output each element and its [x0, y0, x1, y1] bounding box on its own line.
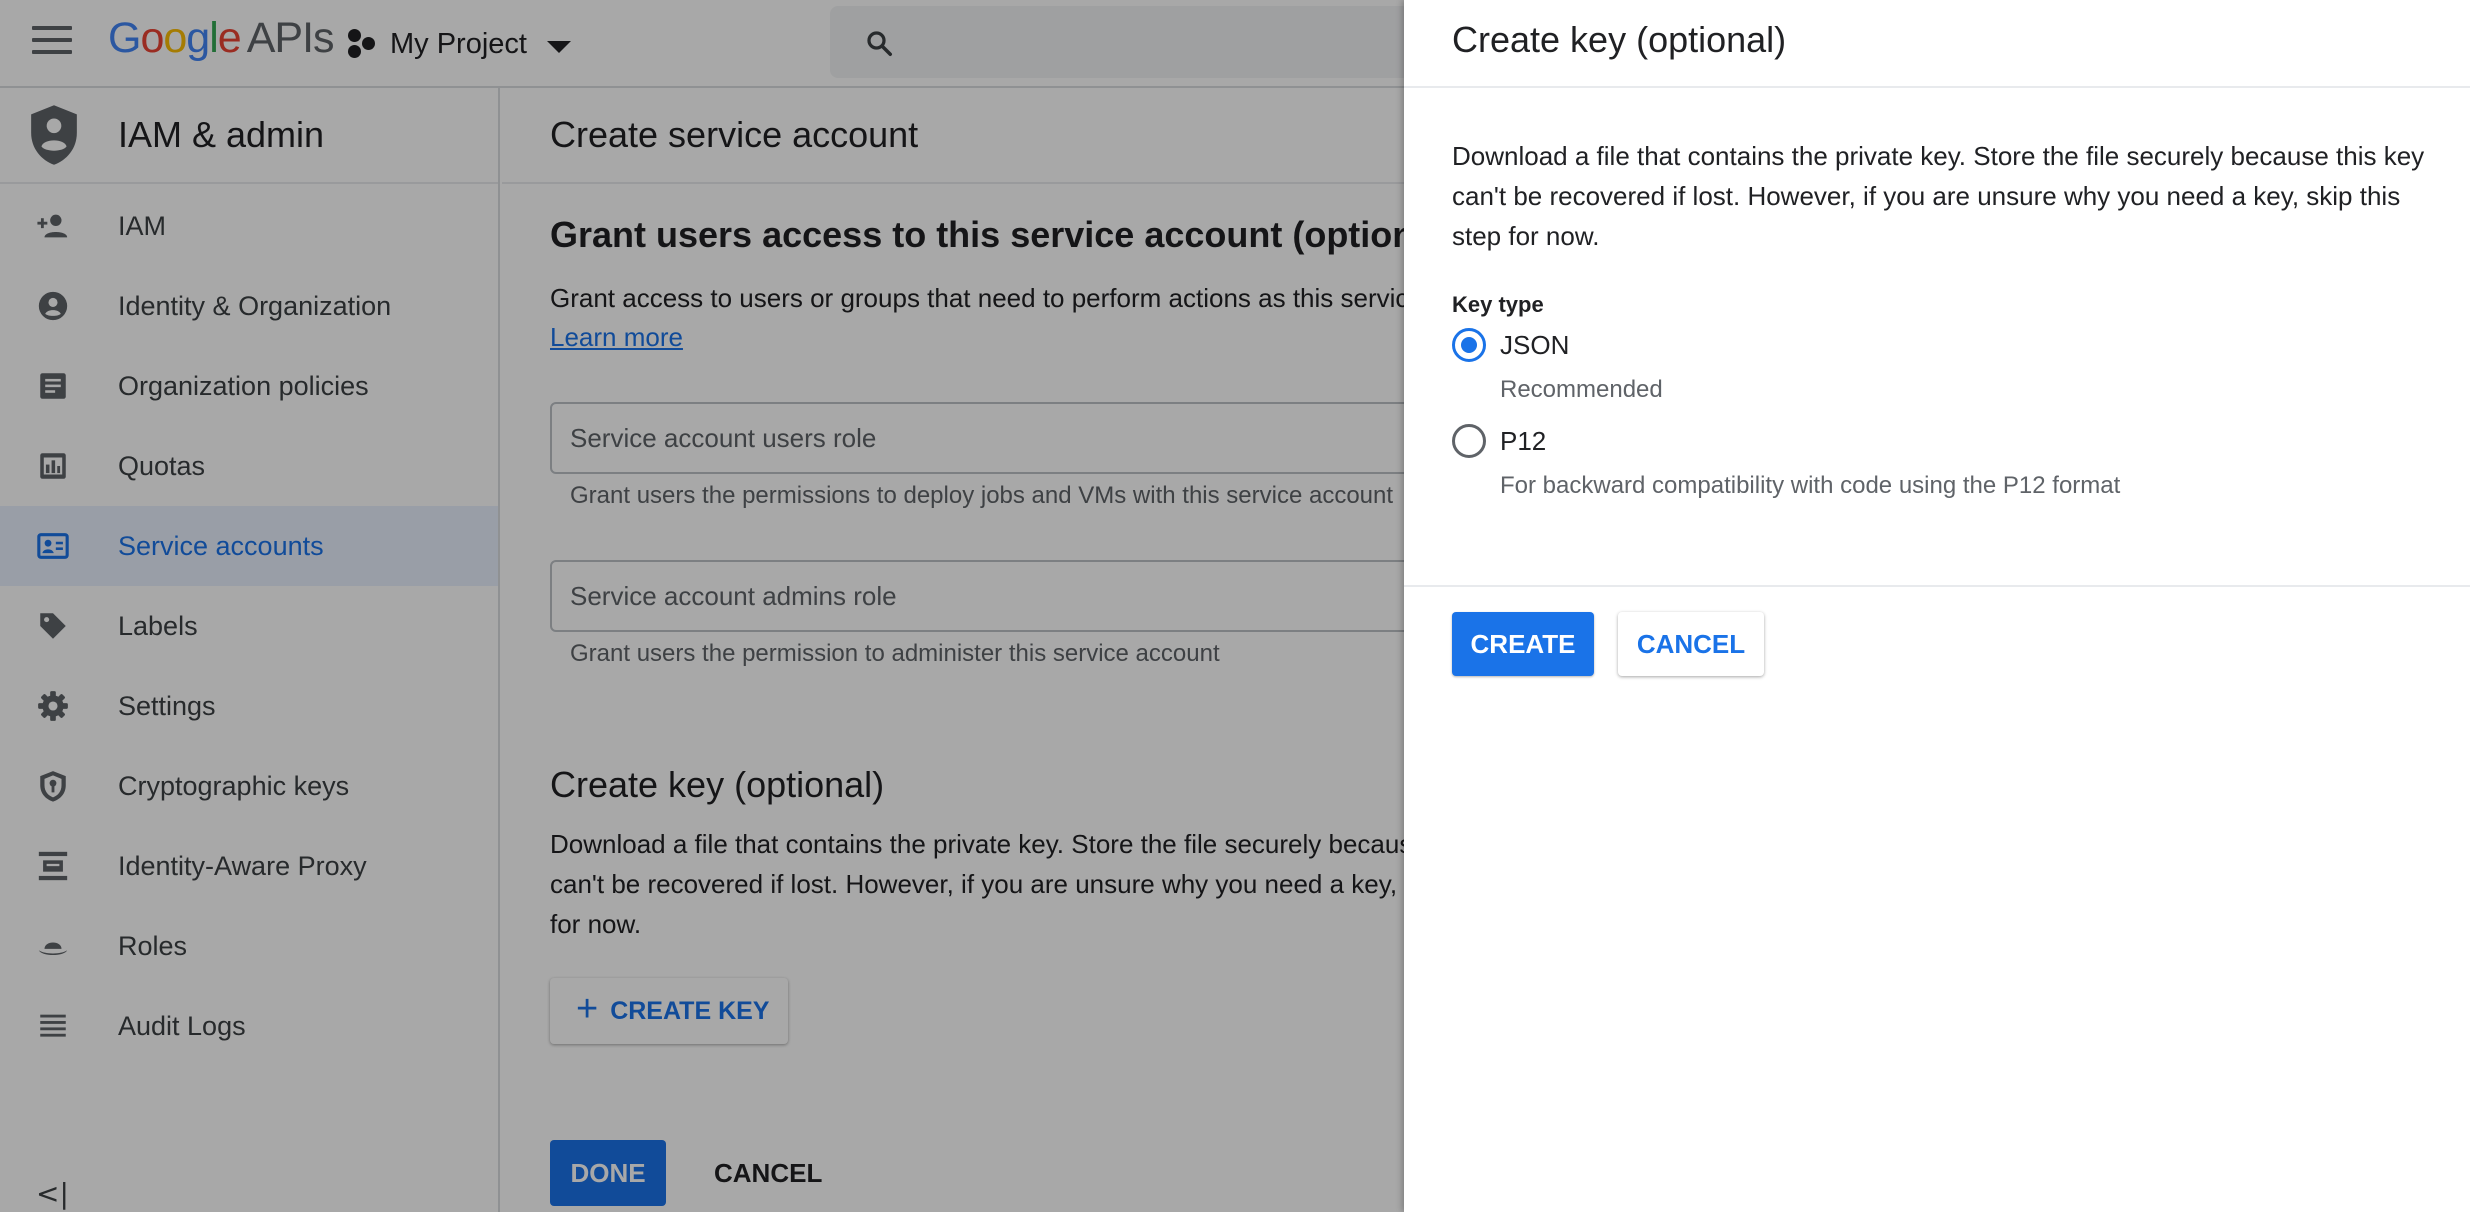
panel-header: Create key (optional) — [1404, 0, 2470, 88]
panel-divider — [1404, 585, 2470, 587]
json-radio[interactable] — [1452, 328, 1486, 362]
json-option-sublabel: Recommended — [1500, 376, 1663, 403]
panel-description: Download a file that contains the privat… — [1452, 141, 2425, 251]
create-button[interactable]: CREATE — [1452, 612, 1594, 676]
key-type-label: Key type — [1452, 292, 1544, 317]
create-key-panel: Create key (optional) Download a file th… — [1404, 0, 2470, 1212]
p12-radio[interactable] — [1452, 424, 1486, 458]
panel-title: Create key (optional) — [1452, 19, 1787, 60]
json-option-label[interactable]: JSON — [1500, 330, 1569, 361]
p12-option-label[interactable]: P12 — [1500, 426, 1546, 457]
panel-cancel-button[interactable]: CANCEL — [1618, 612, 1764, 676]
p12-option-sublabel: For backward compatibility with code usi… — [1500, 472, 2121, 499]
modal-scrim[interactable] — [0, 0, 1404, 1212]
